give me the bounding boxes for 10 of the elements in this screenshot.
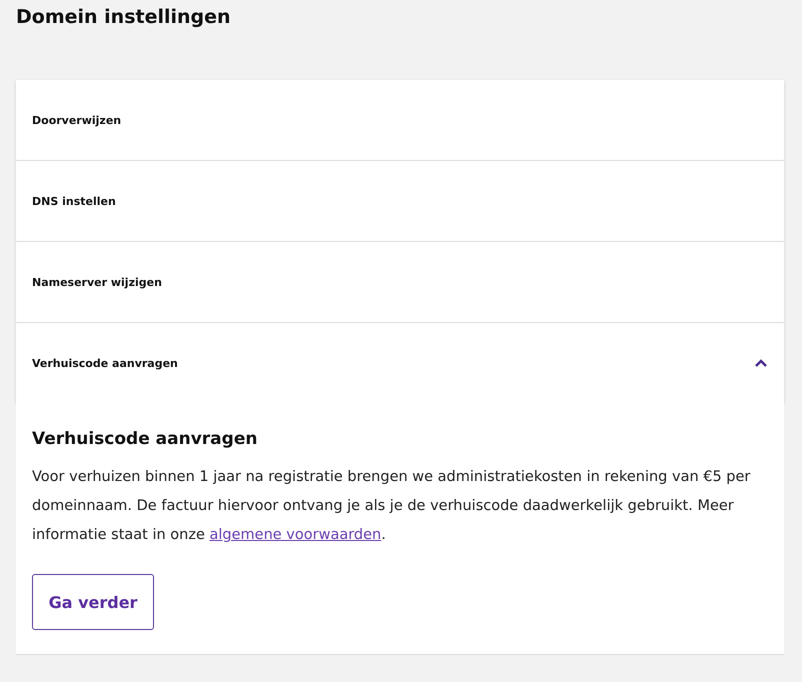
accordion-item[interactable]: Nameserver wijzigen — [16, 242, 784, 323]
page-title: Domein instellingen — [15, 5, 232, 30]
chevron-up-icon — [754, 358, 768, 368]
info-paragraph: Voor verhuizen binnen 1 jaar na registratie brengen we administratiekosten in rekening van €5 per domeinnaam. De factuur hiervoor ontvang je als je de verhuiscode daadwerkelijk gebruikt. Meer informatie staat in onze algemene voorwaarden. — [32, 468, 752, 545]
panel-title: Verhuiscode aanvragen — [32, 429, 258, 449]
accordion-item[interactable]: Doorverwijzen — [16, 80, 784, 161]
accordion-item[interactable]: DNS instellen — [16, 161, 784, 242]
terms-link[interactable]: algemene voorwaarden — [210, 527, 382, 543]
accordion-item[interactable]: Verhuiscode aanvragen — [16, 323, 784, 403]
continue-button[interactable]: Ga verder — [32, 574, 154, 630]
